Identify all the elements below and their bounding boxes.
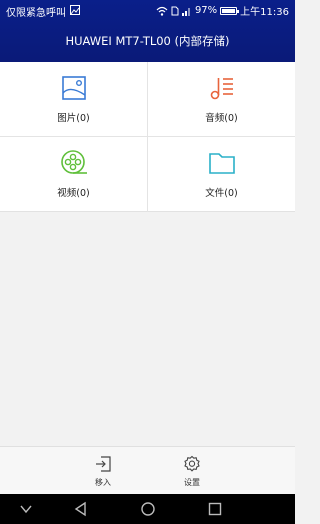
- sim-card-icon: [171, 6, 179, 15]
- status-bar: 仅限紧急呼叫 97% 上午11:36: [0, 0, 295, 22]
- image-icon: [61, 76, 86, 100]
- category-label: 图片(0): [57, 113, 90, 124]
- page-title: HUAWEI MT7-TL00 (内部存储): [65, 34, 230, 48]
- category-grid: 图片(0) 音频(0) 视频(0) 文件(0): [0, 62, 295, 212]
- move-in-button[interactable]: 移入: [83, 455, 123, 488]
- category-label: 视频(0): [57, 188, 90, 199]
- folder-icon: [208, 153, 235, 174]
- move-in-icon: [96, 456, 111, 472]
- screen: 仅限紧急呼叫 97% 上午11:36 HUAWEI MT7-TL00 (内部存储…: [0, 0, 295, 524]
- home-icon[interactable]: [140, 501, 156, 517]
- bottom-action-bar: 移入 设置: [0, 446, 295, 494]
- recents-icon[interactable]: [207, 501, 223, 517]
- signal-icon: [181, 7, 190, 16]
- carrier-text: 仅限紧急呼叫: [6, 8, 66, 19]
- wifi-icon: [156, 6, 168, 16]
- category-audio[interactable]: 音频(0): [148, 62, 295, 136]
- move-in-label: 移入: [95, 478, 111, 487]
- status-right: 97% 上午11:36: [156, 3, 289, 18]
- back-icon[interactable]: [73, 501, 89, 517]
- gear-icon: [184, 455, 200, 472]
- category-images[interactable]: 图片(0): [0, 62, 147, 136]
- music-icon: [210, 78, 233, 100]
- category-label: 音频(0): [205, 113, 238, 124]
- settings-button[interactable]: 设置: [172, 455, 212, 488]
- video-reel-icon: [60, 150, 87, 174]
- settings-label: 设置: [184, 478, 200, 487]
- category-label: 文件(0): [205, 188, 238, 199]
- battery-icon: [220, 6, 240, 15]
- grid-divider: [0, 136, 295, 137]
- category-videos[interactable]: 视频(0): [0, 137, 147, 211]
- top-bar: 仅限紧急呼叫 97% 上午11:36 HUAWEI MT7-TL00 (内部存储…: [0, 0, 295, 62]
- down-arrow-icon[interactable]: [18, 501, 34, 517]
- navigation-bar: [0, 494, 295, 524]
- clock: 上午11:36: [240, 7, 289, 18]
- image-notification-icon: [70, 5, 80, 15]
- category-files[interactable]: 文件(0): [148, 137, 295, 211]
- grid-divider: [147, 62, 148, 212]
- battery-percent: 97%: [194, 5, 218, 16]
